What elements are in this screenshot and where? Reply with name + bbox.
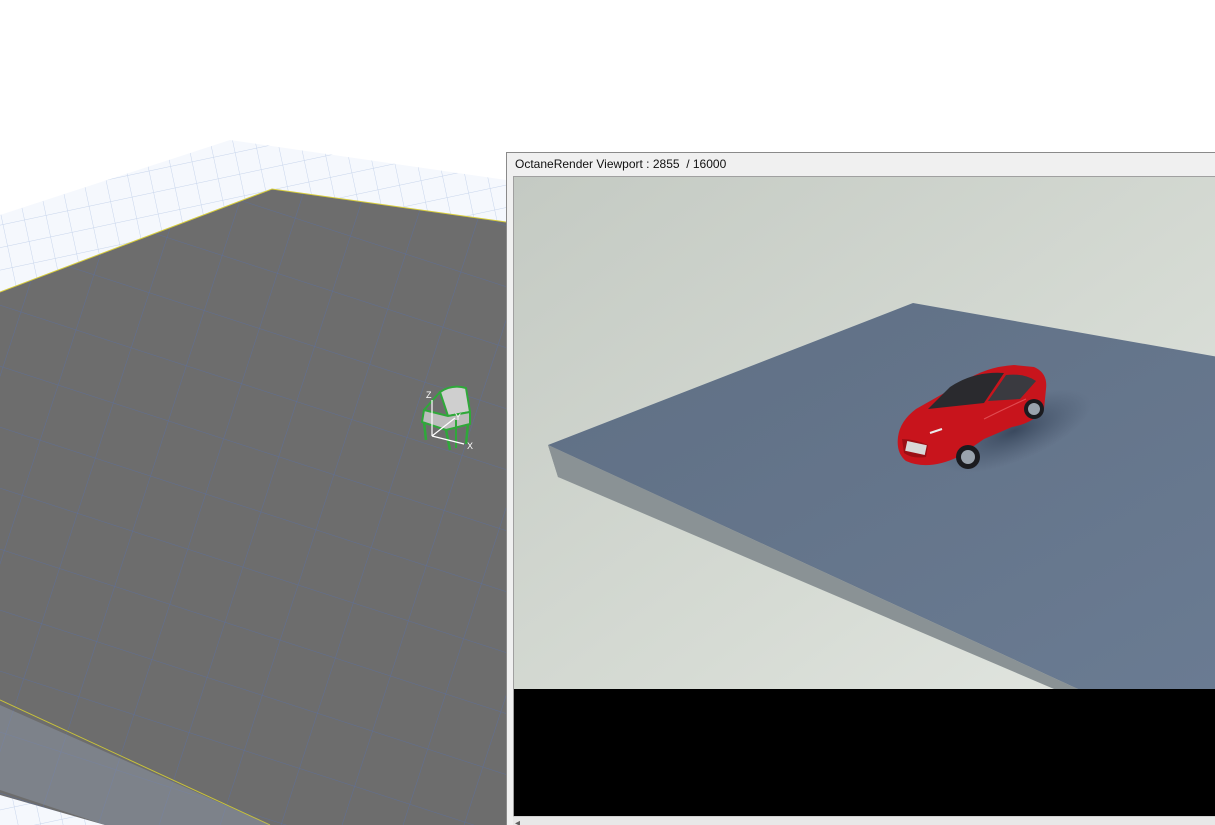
render-image[interactable] <box>514 177 1215 817</box>
render-frame[interactable] <box>513 176 1215 817</box>
horizontal-scrollbar[interactable]: ◂ <box>513 816 1215 825</box>
floor-slab[interactable] <box>0 189 506 825</box>
render-black-area <box>514 689 1215 817</box>
scroll-left-icon[interactable]: ◂ <box>515 817 520 825</box>
axis-label-x: X <box>467 441 473 451</box>
axis-label-y: Y <box>455 412 461 422</box>
octane-render-viewport-window[interactable]: OctaneRender Viewport : 2855 / 16000 ◂ <box>506 152 1215 825</box>
app-window: Z Y X OctaneRender Viewport : 2855 / 160… <box>0 0 1215 825</box>
axis-label-z: Z <box>426 390 432 400</box>
render-viewport-title: OctaneRender Viewport : 2855 / 16000 <box>515 157 727 171</box>
